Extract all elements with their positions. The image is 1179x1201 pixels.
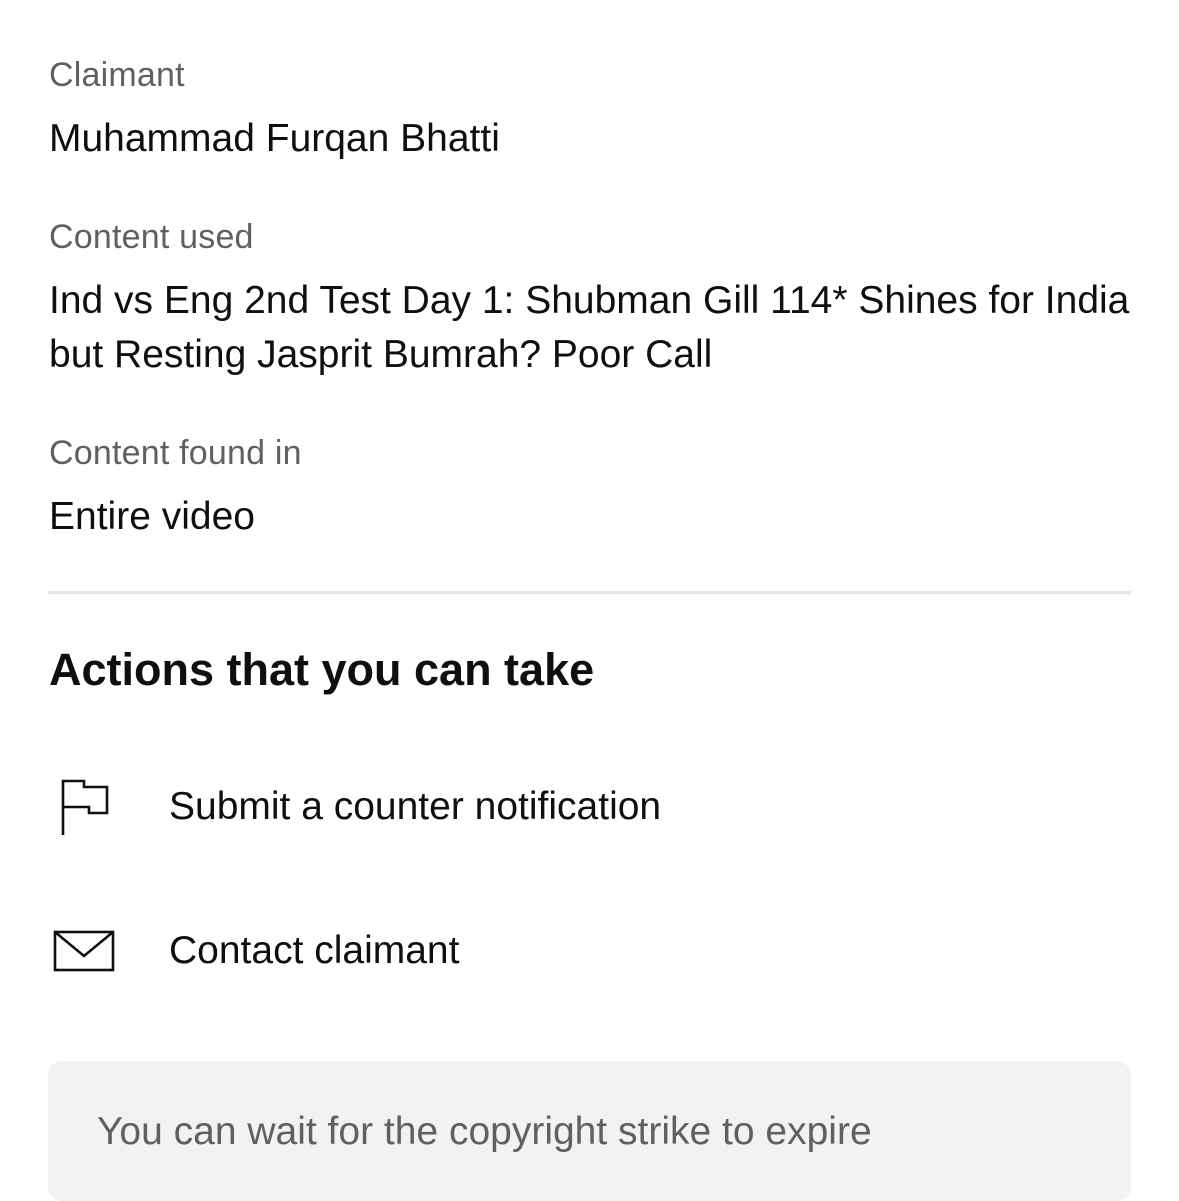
- info-card: You can wait for the copyright strike to…: [48, 1061, 1131, 1201]
- submit-counter-notification-button[interactable]: Submit a counter notification: [49, 752, 1131, 862]
- contact-claimant-label: Contact claimant: [169, 929, 460, 972]
- contact-claimant-button[interactable]: Contact claimant: [49, 896, 1131, 1006]
- section-divider: [48, 591, 1131, 594]
- content-used-value: Ind vs Eng 2nd Test Day 1: Shubman Gill …: [49, 279, 1130, 376]
- content-found-value: Entire video: [49, 495, 255, 538]
- claimant-value: Muhammad Furqan Bhatti: [49, 117, 500, 160]
- submit-counter-notification-label: Submit a counter notification: [169, 785, 662, 828]
- claimant-label: Claimant: [49, 56, 185, 94]
- flag-icon: [49, 772, 169, 842]
- actions-heading: Actions that you can take: [49, 644, 595, 695]
- info-card-text: You can wait for the copyright strike to…: [97, 1110, 872, 1153]
- mail-icon: [49, 916, 169, 986]
- content-found-label: Content found in: [49, 434, 302, 472]
- content-used-label: Content used: [49, 218, 254, 256]
